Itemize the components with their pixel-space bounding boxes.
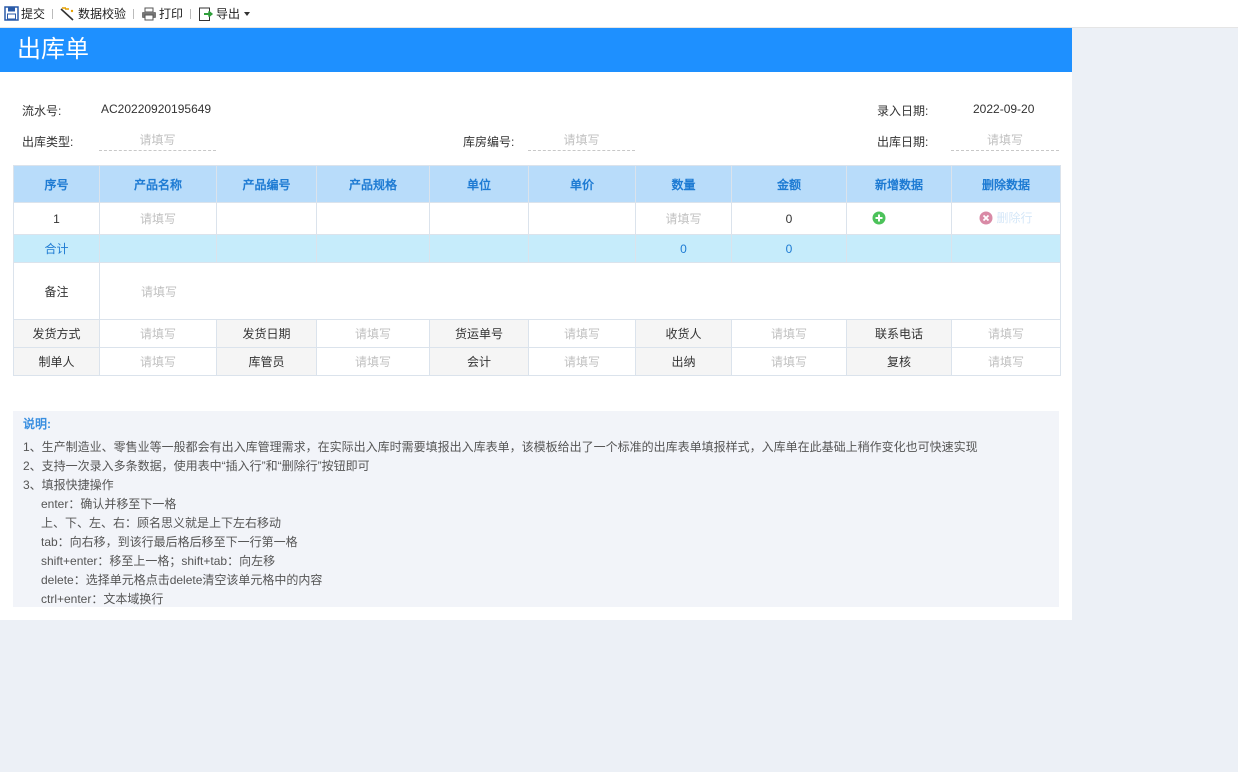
instruction-line: 2、支持一次录入多条数据，使用表中“插入行”和“删除行”按钮即可 [23,459,370,473]
note-input[interactable]: 请填写 [99,262,1061,320]
close-circle-icon [979,211,993,225]
out-type-label: 出库类型: [22,135,74,149]
save-icon [4,6,19,21]
column-header: 产品编号 [216,165,317,203]
footer-label: 制单人 [13,347,100,376]
footer-input[interactable]: 请填写 [951,347,1061,376]
column-header: 金额 [731,165,847,203]
amount-cell: 0 [731,202,847,235]
footer-row: 发货方式 请填写 发货日期 请填写 货运单号 请填写 收货人 请填写 联系电话 … [13,319,1061,348]
footer-input[interactable]: 请填写 [731,347,847,376]
entry-date-value: 2022-09-20 [973,102,1035,116]
column-header: 序号 [13,165,100,203]
total-amount: 0 [731,234,847,263]
footer-label: 发货日期 [216,319,317,348]
product-spec-cell[interactable] [316,202,430,235]
shortcut-line: shift+enter：移至上一格；shift+tab：向左移 [41,554,276,568]
footer-label: 联系电话 [846,319,952,348]
quantity-cell[interactable]: 请填写 [635,202,732,235]
column-header: 单价 [528,165,636,203]
page-title: 出库单 [17,36,89,63]
footer-label: 复核 [846,347,952,376]
footer-input[interactable]: 请填写 [316,319,430,348]
delete-row-button[interactable]: 删除行 [951,202,1061,235]
column-header: 单位 [429,165,529,203]
insert-row-button[interactable]: 插入行 [846,202,952,235]
export-button[interactable]: 导出 [196,3,252,25]
column-header: 产品规格 [316,165,430,203]
footer-label: 收货人 [635,319,732,348]
total-row: 合计 0 0 [13,234,1061,263]
export-label: 导出 [216,7,241,21]
total-quantity: 0 [635,234,732,263]
submit-label: 提交 [21,7,46,21]
column-header: 数量 [635,165,732,203]
validate-label: 数据校验 [78,7,127,21]
footer-row: 制单人 请填写 库管员 请填写 会计 请填写 出纳 请填写 复核 请填写 [13,347,1061,376]
footer-label: 库管员 [216,347,317,376]
plus-circle-icon [872,211,886,225]
footer-input[interactable]: 请填写 [731,319,847,348]
unit-price-cell[interactable] [528,202,636,235]
instructions-panel: 说明: 1、生产制造业、零售业等一般都会有出入库管理需求，在实际出入库时需要填报… [13,411,1059,607]
shortcut-line: ctrl+enter：文本域换行 [41,592,164,606]
export-icon [199,7,214,21]
shortcut-line: 上、下、左、右：顾名思义就是上下左右移动 [41,516,282,530]
column-header: 产品名称 [99,165,217,203]
instructions-title: 说明: [23,417,51,431]
product-code-cell[interactable] [216,202,317,235]
submit-button[interactable]: 提交 [2,3,47,25]
toolbar: 提交 数据校验 打印 导出 [0,0,1238,28]
footer-input[interactable]: 请填写 [528,347,636,376]
note-label: 备注 [13,262,100,320]
footer-input[interactable]: 请填写 [951,319,1061,348]
note-row: 备注 请填写 [13,262,1061,320]
toolbar-divider [190,8,192,19]
footer-input[interactable]: 请填写 [99,319,217,348]
form-sheet: 出库单 流水号: AC20220920195649 录入日期: 2022-09-… [0,28,1072,620]
serial-label: 流水号: [22,104,62,118]
title-bar: 出库单 [0,28,1072,72]
footer-label: 出纳 [635,347,732,376]
validate-icon [60,6,74,21]
out-type-input[interactable]: 请填写 [99,131,216,151]
print-icon [142,7,157,20]
footer-input[interactable]: 请填写 [99,347,217,376]
instruction-line: 3、填报快捷操作 [23,478,114,492]
chevron-down-icon[interactable] [244,11,251,16]
shortcut-line: tab：向右移，到该行最后格后移至下一行第一格 [41,535,298,549]
delete-row-label: 删除行 [996,211,1033,226]
footer-input[interactable]: 请填写 [316,347,430,376]
out-date-input[interactable]: 请填写 [951,131,1059,151]
insert-row-label: 插入行 [889,211,926,226]
footer-label: 货运单号 [429,319,529,348]
serial-value: AC20220920195649 [101,102,212,116]
shortcut-line: enter：确认并移至下一格 [41,497,177,511]
row-index: 1 [13,202,100,235]
validate-button[interactable]: 数据校验 [58,3,128,25]
table-row: 1 请填写 请填写 0 插入行 删除行 [13,202,1061,235]
toolbar-divider [52,8,54,19]
entry-date-label: 录入日期: [877,104,929,118]
column-header: 删除数据 [951,165,1061,203]
total-label: 合计 [13,234,100,263]
toolbar-divider [133,8,135,19]
print-button[interactable]: 打印 [139,3,185,25]
instruction-line: 1、生产制造业、零售业等一般都会有出入库管理需求，在实际出入库时需要填报出入库表… [23,440,978,454]
shortcut-line: delete：选择单元格点击delete清空该单元格中的内容 [41,573,323,587]
footer-label: 会计 [429,347,529,376]
unit-cell[interactable] [429,202,529,235]
product-name-cell[interactable]: 请填写 [99,202,217,235]
column-header: 新增数据 [846,165,952,203]
footer-input[interactable]: 请填写 [528,319,636,348]
warehouse-no-label: 库房编号: [463,135,515,149]
footer-label: 发货方式 [13,319,100,348]
product-table: 序号 产品名称 产品编号 产品规格 单位 单价 数量 金额 新增数据 删除数据 … [13,165,1061,376]
out-date-label: 出库日期: [877,135,929,149]
print-label: 打印 [159,7,184,21]
table-header-row: 序号 产品名称 产品编号 产品规格 单位 单价 数量 金额 新增数据 删除数据 [13,165,1061,203]
warehouse-no-input[interactable]: 请填写 [528,131,635,151]
